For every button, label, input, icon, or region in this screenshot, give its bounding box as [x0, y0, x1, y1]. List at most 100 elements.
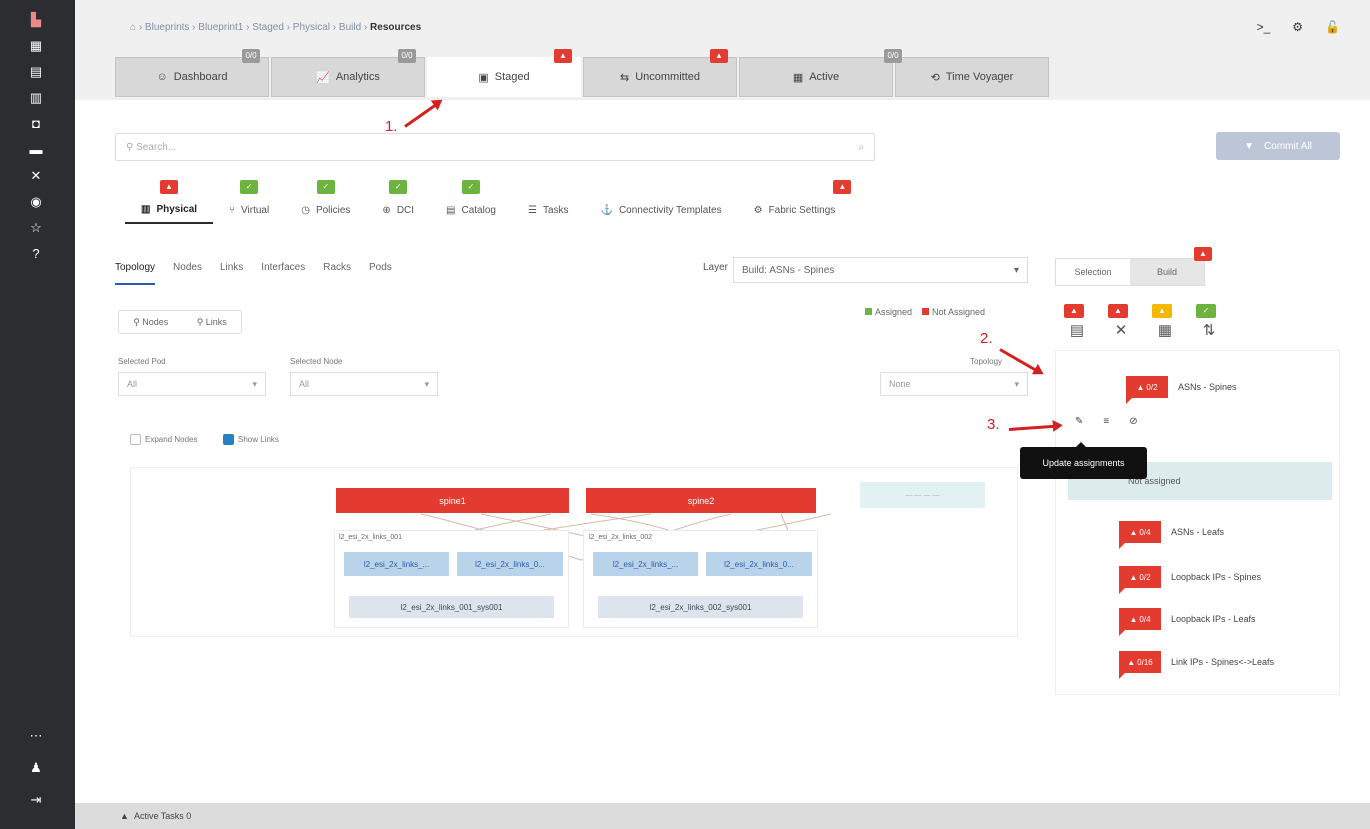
- subtab-physical[interactable]: ▲ ▥ Physical: [125, 180, 214, 224]
- blueprint-tabs: 0/0 ☺ Dashboard 0/0 📈 Analytics ▲ ▣ Stag…: [115, 49, 1051, 97]
- category-badge: ▲: [1152, 304, 1172, 318]
- resource-row-asns-leafs[interactable]: ▲ 0/4 ASNs - Leafs: [1119, 521, 1224, 549]
- panel-tab-selection[interactable]: Selection: [1056, 259, 1130, 285]
- topology-select[interactable]: None ▾: [880, 372, 1028, 396]
- home-icon[interactable]: ⌂: [130, 22, 136, 33]
- database-icon[interactable]: ◉: [28, 194, 44, 210]
- lock-icon[interactable]: 🔓: [1325, 20, 1340, 34]
- build-badge: ▲: [1194, 247, 1212, 261]
- show-links-checkbox[interactable]: Show Links: [223, 434, 279, 445]
- active-tasks-bar[interactable]: ▲ Active Tasks 0: [75, 803, 1370, 829]
- gear-icon[interactable]: ⚙: [1292, 20, 1303, 34]
- subtab-label: Fabric Settings: [768, 204, 836, 216]
- catalog-icon: ▤: [446, 204, 456, 216]
- leaf-node[interactable]: l2_esi_2x_links_...: [344, 552, 449, 576]
- tab-active[interactable]: ▦ Active: [739, 57, 893, 97]
- virtual-icon: ⑂: [229, 204, 236, 216]
- subtab-badge: ✓: [389, 180, 408, 194]
- resources-icon[interactable]: ▥: [28, 90, 44, 106]
- build-category-icons: ▲ ▤ ▲ ✕ ▲ ▦ ✓ ⇅: [1064, 304, 1218, 340]
- search-nodes-button[interactable]: ⚲ Nodes: [133, 317, 168, 328]
- external-systems-icon[interactable]: ◘: [28, 116, 44, 132]
- tools-icon[interactable]: ✕: [28, 168, 44, 184]
- magnifier-icon[interactable]: ⌕: [858, 142, 864, 153]
- server-icon[interactable]: ▲ ▦: [1152, 304, 1174, 340]
- inner-tab-pods[interactable]: Pods: [369, 262, 392, 285]
- row-actions: ✎ ≡ ⊘: [1075, 416, 1138, 427]
- subtab-label: Catalog: [461, 204, 496, 216]
- policies-icon: ◷: [301, 204, 310, 216]
- blueprints-icon[interactable]: ▦: [28, 38, 44, 54]
- subtab-fabric-settings[interactable]: ▲ ⚙ Fabric Settings: [738, 180, 852, 224]
- spine2-node[interactable]: spine2: [586, 488, 816, 513]
- inner-tab-racks[interactable]: Racks: [323, 262, 351, 285]
- cli-icon[interactable]: >_: [1257, 20, 1271, 34]
- breadcrumb-path[interactable]: › Blueprints › Blueprint1 › Staged › Phy…: [139, 22, 367, 33]
- tab-time-voyager[interactable]: 0/0 ⟲ Time Voyager: [884, 49, 1049, 97]
- subtab-tasks[interactable]: ☰ Tasks: [512, 196, 585, 224]
- favorites-icon[interactable]: ☆: [28, 220, 44, 236]
- main-area: ⌂ › Blueprints › Blueprint1 › Staged › P…: [75, 0, 1370, 829]
- subtab-dci[interactable]: ✓ ⊕ DCI: [366, 180, 430, 224]
- edit-icon[interactable]: ✎: [1075, 416, 1083, 427]
- resource-row-asns-spines[interactable]: ▲ 0/2 ASNs - Spines: [1126, 376, 1237, 404]
- more-icon[interactable]: ⋯: [28, 728, 44, 744]
- inner-tab-interfaces[interactable]: Interfaces: [261, 262, 305, 285]
- inner-tab-nodes[interactable]: Nodes: [173, 262, 202, 285]
- subtab-catalog[interactable]: ✓ ▤ Catalog: [430, 180, 512, 224]
- search-links-button[interactable]: ⚲ Links: [197, 317, 227, 328]
- links-icon[interactable]: ✓ ⇅: [1196, 304, 1218, 340]
- annotation-3: 3.: [987, 416, 1000, 433]
- resource-row-loopback-spines[interactable]: ▲ 0/2 Loopback IPs - Spines: [1119, 566, 1261, 594]
- user-icon[interactable]: ♟: [28, 760, 44, 776]
- update-assignments-tooltip: Update assignments: [1020, 442, 1147, 479]
- category-badge: ▲: [1108, 304, 1128, 318]
- subtab-connectivity-templates[interactable]: ⚓ Connectivity Templates: [585, 196, 738, 224]
- tab-dashboard[interactable]: 0/0 ☺ Dashboard: [115, 49, 269, 97]
- spine1-node[interactable]: spine1: [336, 488, 569, 513]
- subtab-policies[interactable]: ✓ ◷ Policies: [285, 180, 366, 224]
- layer-select[interactable]: Build: ASNs - Spines ▾: [733, 257, 1028, 283]
- resource-row-loopback-leafs[interactable]: ▲ 0/4 Loopback IPs - Leafs: [1119, 608, 1256, 636]
- commit-button[interactable]: ▼ Commit All: [1216, 132, 1340, 160]
- search-placeholder: Search...: [136, 141, 177, 153]
- selected-node-label: Selected Node: [290, 357, 343, 366]
- clear-icon[interactable]: ⊘: [1129, 416, 1137, 427]
- panel-tab-build[interactable]: Build ▲: [1130, 247, 1212, 285]
- tab-label: Time Voyager: [945, 71, 1014, 83]
- status-flag: ▲ 0/16: [1119, 651, 1161, 679]
- selected-pod-select[interactable]: All ▾: [118, 372, 266, 396]
- commit-label: Commit All: [1264, 140, 1312, 152]
- help-icon[interactable]: ?: [28, 246, 44, 262]
- subtab-virtual[interactable]: ✓ ⑂ Virtual: [213, 180, 285, 224]
- category-badge: ▲: [1064, 304, 1084, 318]
- left-sidebar: ▙ ▦ ▤ ▥ ◘ ▬ ✕ ◉ ☆ ? ⋯ ♟ ⇥: [0, 0, 75, 829]
- inner-tab-links[interactable]: Links: [220, 262, 243, 285]
- tab-staged[interactable]: ▲ ▣ Staged: [427, 49, 581, 97]
- generic-system-node[interactable]: l2_esi_2x_links_001_sys001: [349, 596, 554, 618]
- resource-row-link-ips[interactable]: ▲ 0/16 Link IPs - Spines<->Leafs: [1119, 651, 1274, 679]
- search-input[interactable]: ⚲ Search... ⌕: [115, 133, 875, 161]
- tab-uncommitted[interactable]: ▲ ⇆ Uncommitted: [583, 49, 737, 97]
- list-icon[interactable]: ≡: [1103, 416, 1109, 427]
- generic-system-node[interactable]: l2_esi_2x_links_002_sys001: [598, 596, 803, 618]
- fabric-icon[interactable]: ▲ ✕: [1108, 304, 1130, 340]
- expand-nodes-checkbox[interactable]: Expand Nodes: [130, 434, 197, 445]
- inner-tab-topology[interactable]: Topology: [115, 262, 156, 285]
- leaf-node[interactable]: l2_esi_2x_links_0...: [706, 552, 812, 576]
- tab-analytics[interactable]: 0/0 📈 Analytics: [271, 49, 425, 97]
- status-flag: ▲ 0/4: [1119, 608, 1161, 636]
- design-icon[interactable]: ▤: [28, 64, 44, 80]
- selected-node-select[interactable]: All ▾: [290, 372, 438, 396]
- leaf-node[interactable]: l2_esi_2x_links_...: [593, 552, 698, 576]
- physical-icon: ▥: [141, 203, 151, 215]
- panel-tabs: Selection Build ▲: [1055, 247, 1212, 286]
- apstra-logo-icon[interactable]: ▙: [28, 12, 44, 28]
- logout-icon[interactable]: ⇥: [28, 792, 44, 808]
- clipboard-icon[interactable]: ▲ ▤: [1064, 304, 1086, 340]
- fabric-settings-icon: ⚙: [753, 204, 763, 216]
- leaf-node[interactable]: l2_esi_2x_links_0...: [457, 552, 563, 576]
- status-flag: ▲ 0/2: [1126, 376, 1168, 404]
- tab-label: Dashboard: [173, 71, 228, 83]
- devices-icon[interactable]: ▬: [28, 142, 44, 158]
